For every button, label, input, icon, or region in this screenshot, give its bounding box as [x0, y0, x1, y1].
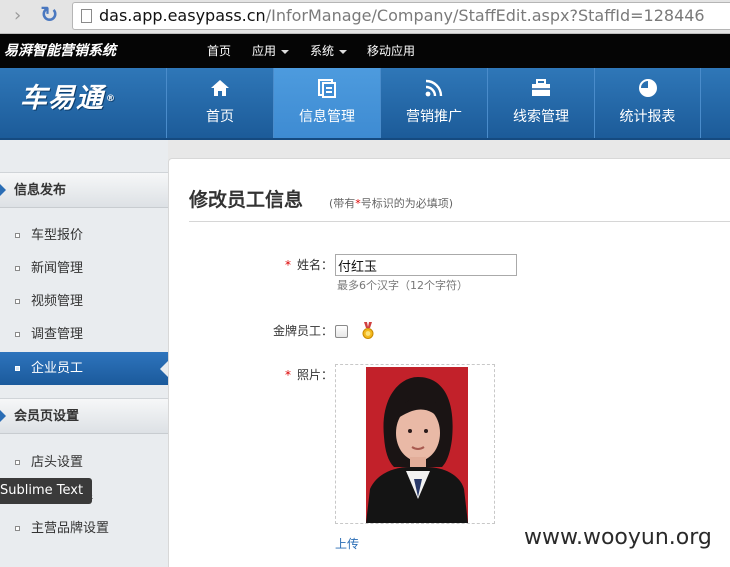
- required-mark: *: [285, 368, 291, 382]
- nav-label: 营销推广: [406, 109, 462, 125]
- top-menu-system[interactable]: 系统: [310, 43, 348, 59]
- sidebar-item-label: 车型报价: [31, 228, 84, 243]
- sidebar-item-label: 调查管理: [31, 327, 84, 342]
- bullet-icon: [15, 299, 20, 304]
- active-notch: [160, 361, 168, 377]
- pie-chart-icon: [595, 78, 700, 100]
- sidebar-item-main-brands[interactable]: 主营品牌设置: [0, 512, 168, 545]
- main-header: 车易通 ® 首页 信息管理 营销推广 线索管理 统计报表: [0, 68, 730, 140]
- bullet-icon: [15, 332, 20, 337]
- sidebar-item-label: 主营品牌设置: [31, 521, 110, 536]
- top-menu-label: 移动应用: [367, 44, 416, 58]
- bullet-icon: [15, 460, 20, 465]
- divider: [189, 221, 730, 222]
- sidebar-item-surveys[interactable]: 调查管理: [0, 318, 168, 351]
- caret-down-icon: [281, 49, 290, 54]
- forward-arrow-icon[interactable]: ›: [14, 6, 28, 26]
- sidebar-item-model-quotes[interactable]: 车型报价: [0, 219, 168, 252]
- top-menu-apps[interactable]: 应用: [252, 43, 290, 59]
- photo-label: * 照片：: [285, 367, 333, 383]
- sidebar-item-label: 企业员工: [31, 361, 84, 376]
- url-text[interactable]: das.app.easypass.cn/InforManage/Company/…: [99, 6, 705, 26]
- required-hint: (带有*号标识的为必填项): [329, 196, 453, 212]
- nav-leads[interactable]: 线索管理: [487, 68, 594, 138]
- staff-photo: [366, 367, 468, 523]
- hint-prefix: (带有: [329, 197, 356, 210]
- section-arrow-icon: [0, 184, 6, 196]
- name-label-text: 姓名：: [297, 258, 334, 272]
- sidebar-item-label: 视频管理: [31, 294, 84, 309]
- photo-label-text: 照片：: [297, 368, 334, 382]
- sidebar-item-store-settings[interactable]: 店头设置: [0, 446, 168, 479]
- documents-icon: [274, 78, 380, 100]
- sidebar-section-title: 信息发布: [14, 183, 67, 198]
- system-title: 易湃智能营销系统: [4, 43, 116, 59]
- nav-reports[interactable]: 统计报表: [594, 68, 701, 138]
- top-menu-label: 首页: [207, 44, 232, 58]
- logo-text: 车易通: [20, 83, 104, 114]
- sidebar-section-title: 会员页设置: [14, 409, 80, 424]
- gold-staff-checkbox[interactable]: [335, 325, 348, 338]
- top-menu-home[interactable]: 首页: [207, 43, 231, 59]
- top-menu-bar: 易湃智能营销系统 首页 应用 系统 移动应用: [0, 34, 730, 68]
- gold-medal-icon: [362, 322, 374, 340]
- nav-label: 信息管理: [299, 109, 355, 125]
- nav-home[interactable]: 首页: [166, 68, 273, 138]
- nav-label: 线索管理: [513, 109, 569, 125]
- bullet-icon: [15, 366, 20, 371]
- url-path: /InforManage/Company/StaffEdit.aspx?Staf…: [265, 6, 705, 25]
- tooltip: Sublime Text: [0, 478, 92, 504]
- section-arrow-icon: [0, 410, 6, 422]
- name-input[interactable]: [335, 254, 517, 276]
- name-label: * 姓名：: [285, 257, 333, 273]
- nav-label: 统计报表: [619, 109, 676, 125]
- nav-marketing[interactable]: 营销推广: [380, 68, 487, 138]
- top-menu-label: 系统: [310, 44, 335, 58]
- bullet-icon: [15, 526, 20, 531]
- registered-mark: ®: [106, 94, 116, 104]
- nav-info-management[interactable]: 信息管理: [273, 68, 380, 138]
- logo[interactable]: 车易通 ®: [20, 82, 116, 116]
- url-host: das.app.easypass.cn: [99, 6, 266, 25]
- main-panel: 修改员工信息 (带有*号标识的为必填项) *姓名： 最多6个汉字（12个字符） …: [168, 158, 730, 567]
- browser-toolbar: › ↻ das.app.easypass.cn/InforManage/Comp…: [0, 0, 730, 34]
- home-icon: [167, 78, 273, 100]
- rss-icon: [381, 78, 487, 100]
- photo-frame: [335, 364, 495, 524]
- bullet-icon: [15, 266, 20, 271]
- required-mark: *: [285, 258, 291, 272]
- sidebar-item-staff[interactable]: 企业员工: [0, 352, 168, 385]
- name-note: 最多6个汉字（12个字符）: [337, 279, 468, 292]
- page-title: 修改员工信息: [189, 189, 304, 211]
- sidebar-item-videos[interactable]: 视频管理: [0, 285, 168, 318]
- gold-staff-label: 金牌员工：: [273, 324, 334, 338]
- sidebar-section-member-page[interactable]: 会员页设置: [0, 398, 168, 434]
- sidebar-item-label: 新闻管理: [31, 261, 84, 276]
- page-icon: [81, 9, 92, 23]
- bullet-icon: [15, 233, 20, 238]
- watermark: www.wooyun.org: [524, 525, 712, 550]
- top-menu-mobile[interactable]: 移动应用: [367, 43, 415, 59]
- sidebar-item-news[interactable]: 新闻管理: [0, 252, 168, 285]
- reload-icon[interactable]: ↻: [40, 3, 64, 29]
- hint-suffix: 号标识的为必填项): [360, 197, 454, 210]
- briefcase-icon: [488, 78, 594, 100]
- caret-down-icon: [339, 49, 348, 54]
- address-bar[interactable]: das.app.easypass.cn/InforManage/Company/…: [72, 2, 730, 30]
- top-menu-label: 应用: [252, 44, 277, 58]
- sidebar-section-info-publish[interactable]: 信息发布: [0, 172, 168, 208]
- upload-link[interactable]: 上传: [335, 536, 359, 552]
- nav-label: 首页: [206, 109, 234, 125]
- sidebar-item-label: 店头设置: [31, 455, 84, 470]
